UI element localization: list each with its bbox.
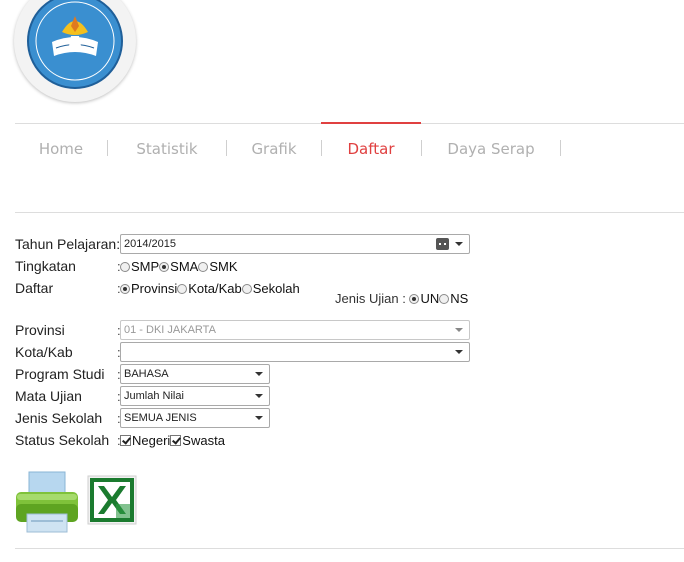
daftar-sekolah-label: Sekolah bbox=[252, 281, 300, 296]
program-studi-value: BAHASA bbox=[124, 368, 169, 380]
chevron-down-icon bbox=[255, 394, 263, 398]
daftar-options: Provinsi Kota/Kab Sekolah bbox=[120, 281, 300, 296]
provinsi-value: 01 - DKI JAKARTA bbox=[124, 324, 216, 336]
jenis-ujian-un-radio[interactable] bbox=[409, 294, 420, 304]
tingkatan-sma-radio[interactable] bbox=[159, 262, 170, 272]
tingkatan-sma-label: SMA bbox=[170, 259, 199, 274]
nav-home[interactable]: Home bbox=[15, 124, 107, 158]
daftar-kota-kab-label: Kota/Kab bbox=[188, 281, 242, 296]
nav-grafik[interactable]: Grafik bbox=[227, 124, 321, 158]
nav-daya-serap[interactable]: Daya Serap bbox=[422, 124, 560, 158]
calendar-icon[interactable] bbox=[436, 238, 449, 250]
provinsi-label: Provinsi bbox=[15, 322, 65, 338]
tahun-pelajaran-value: 2014/2015 bbox=[124, 238, 176, 250]
tingkatan-smk-label: SMK bbox=[209, 259, 238, 274]
jenis-sekolah-label: Jenis Sekolah bbox=[15, 410, 103, 426]
chevron-down-icon bbox=[255, 372, 263, 376]
jenis-ujian-label: Jenis Ujian : bbox=[335, 291, 406, 306]
daftar-kota-kab-radio[interactable] bbox=[177, 284, 188, 294]
tingkatan-smk-radio[interactable] bbox=[198, 262, 209, 272]
provinsi-select[interactable]: 01 - DKI JAKARTA bbox=[120, 320, 470, 340]
tingkatan-label: Tingkatan bbox=[15, 258, 76, 274]
nav-daftar[interactable]: Daftar bbox=[321, 122, 421, 158]
jenis-ujian-un-label: UN bbox=[420, 291, 440, 306]
nav-separator bbox=[560, 140, 561, 156]
chevron-down-icon bbox=[455, 350, 463, 354]
logo bbox=[14, 0, 136, 102]
bottom-divider bbox=[15, 548, 684, 549]
status-swasta-label: Swasta bbox=[182, 433, 225, 448]
program-studi-label: Program Studi bbox=[15, 366, 105, 382]
mata-ujian-label: Mata Ujian bbox=[15, 388, 82, 404]
chevron-down-icon bbox=[455, 328, 463, 332]
chevron-down-icon bbox=[255, 416, 263, 420]
daftar-provinsi-radio[interactable] bbox=[120, 284, 130, 294]
mata-ujian-value: Jumlah Nilai bbox=[124, 390, 184, 402]
daftar-sekolah-radio[interactable] bbox=[241, 284, 252, 294]
status-sekolah-options: Negeri Swasta bbox=[120, 433, 225, 448]
program-studi-select[interactable]: BAHASA bbox=[120, 364, 270, 384]
printer-icon[interactable] bbox=[15, 470, 79, 534]
status-negeri-label: Negeri bbox=[132, 433, 171, 448]
chevron-down-icon bbox=[455, 242, 463, 246]
status-sekolah-label: Status Sekolah bbox=[15, 432, 110, 448]
main-nav: Home Statistik Grafik Daftar Daya Serap bbox=[15, 122, 684, 164]
tut-wuri-handayani-emblem-icon bbox=[27, 0, 123, 89]
status-negeri-checkbox[interactable] bbox=[120, 435, 131, 446]
jenis-sekolah-value: SEMUA JENIS bbox=[124, 412, 197, 424]
jenis-ujian-ns-radio[interactable] bbox=[439, 294, 450, 304]
excel-icon[interactable] bbox=[86, 474, 138, 526]
tingkatan-options: SMP SMA SMK bbox=[120, 259, 238, 274]
tahun-pelajaran-label: Tahun Pelajaran: bbox=[15, 236, 121, 252]
nav-statistik[interactable]: Statistik bbox=[108, 124, 226, 158]
jenis-ujian-group: Jenis Ujian : UN NS bbox=[335, 291, 468, 306]
tingkatan-smp-radio[interactable] bbox=[120, 262, 130, 272]
jenis-ujian-ns-label: NS bbox=[450, 291, 469, 306]
tahun-pelajaran-select[interactable]: 2014/2015 bbox=[120, 234, 470, 254]
status-swasta-checkbox[interactable] bbox=[170, 435, 182, 446]
kota-kab-select[interactable] bbox=[120, 342, 470, 362]
daftar-provinsi-label: Provinsi bbox=[131, 281, 178, 296]
jenis-sekolah-select[interactable]: SEMUA JENIS bbox=[120, 408, 270, 428]
tingkatan-smp-label: SMP bbox=[131, 259, 160, 274]
kota-kab-label: Kota/Kab bbox=[15, 344, 73, 360]
form-top-divider bbox=[15, 212, 684, 213]
mata-ujian-select[interactable]: Jumlah Nilai bbox=[120, 386, 270, 406]
daftar-label: Daftar bbox=[15, 280, 54, 296]
